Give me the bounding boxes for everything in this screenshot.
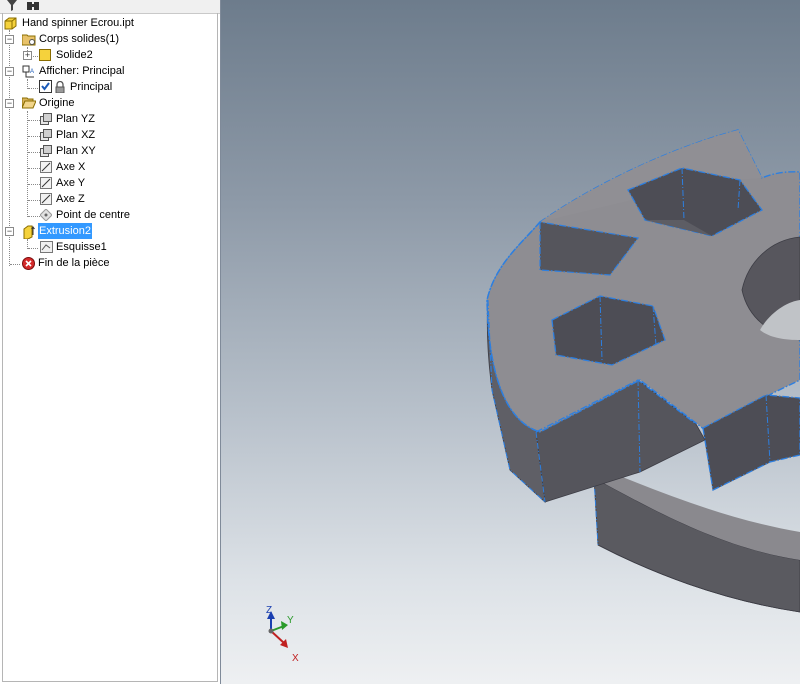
axis-icon [40, 161, 52, 173]
tree-line [28, 168, 40, 169]
tree-label-root: Hand spinner Ecrou.ipt [22, 17, 134, 29]
collapse-toggle[interactable]: − [5, 227, 14, 236]
solid-body-icon [39, 49, 51, 61]
collapse-toggle[interactable]: − [5, 99, 14, 108]
browser-toolbar [0, 0, 220, 14]
funnel-icon[interactable] [7, 0, 17, 14]
tree-label-axis-x: Axe X [56, 161, 86, 173]
collapse-toggle[interactable]: − [5, 35, 14, 44]
tree-line [28, 200, 40, 201]
tree-label-view: Afficher: Principal [39, 65, 125, 77]
folder-open-icon [21, 97, 37, 109]
center-point-icon [39, 208, 53, 222]
tree-line [28, 184, 40, 185]
triad-y-label: Y [287, 615, 294, 626]
folder-icon [21, 33, 36, 46]
tree-line [27, 111, 28, 217]
end-of-part-icon [22, 257, 35, 270]
graphics-window[interactable]: Z Y X [221, 0, 800, 684]
axis-icon [40, 193, 52, 205]
plane-icon [40, 145, 52, 157]
tree-line [10, 264, 20, 265]
tree-label-axis-y: Axe Y [56, 177, 86, 189]
binoculars-icon[interactable] [27, 0, 39, 14]
tree-label-origin: Origine [39, 97, 75, 109]
tree-label-sketch: Esquisse1 [56, 241, 107, 253]
tree-line [28, 136, 40, 137]
model-browser-panel: Hand spinner Ecrou.ipt − Corps solides(1… [0, 0, 221, 684]
view-triad[interactable]: Z Y X [258, 605, 348, 675]
part-icon [4, 17, 17, 30]
tree-label-end-of-part: Fin de la pièce [38, 257, 110, 269]
triad-z-label: Z [266, 605, 273, 616]
tree-line [28, 216, 40, 217]
tree-label-plane-xy: Plan XY [56, 145, 96, 157]
collapse-toggle[interactable]: − [5, 67, 14, 76]
axis-icon [40, 177, 52, 189]
browser-tree-frame [2, 13, 218, 682]
expand-toggle[interactable]: + [23, 51, 32, 60]
view-representation-icon: A [22, 65, 34, 78]
extrusion-icon [22, 225, 35, 240]
tree-label-center-point: Point de centre [56, 209, 130, 221]
3d-model-view[interactable] [221, 0, 800, 684]
sketch-icon [40, 241, 53, 253]
svg-text:A: A [30, 69, 34, 75]
tree-label-axis-z: Axe Z [56, 193, 85, 205]
plane-icon [40, 129, 52, 141]
lock-icon [55, 80, 67, 94]
tree-label-solid-bodies: Corps solides(1) [39, 33, 120, 45]
tree-label-view-primary: Principal [70, 81, 113, 93]
tree-line [28, 88, 38, 89]
tree-line [28, 152, 40, 153]
tree-label-plane-yz: Plan YZ [56, 113, 95, 125]
tree-label-extrusion: Extrusion2 [38, 223, 92, 239]
tree-line [28, 248, 38, 249]
checkbox-checked-icon[interactable] [39, 80, 52, 93]
tree-line [28, 120, 40, 121]
triad-x-label: X [292, 653, 299, 664]
plane-icon [40, 113, 52, 125]
tree-label-solid: Solide2 [56, 49, 93, 61]
tree-label-plane-xz: Plan XZ [56, 129, 96, 141]
